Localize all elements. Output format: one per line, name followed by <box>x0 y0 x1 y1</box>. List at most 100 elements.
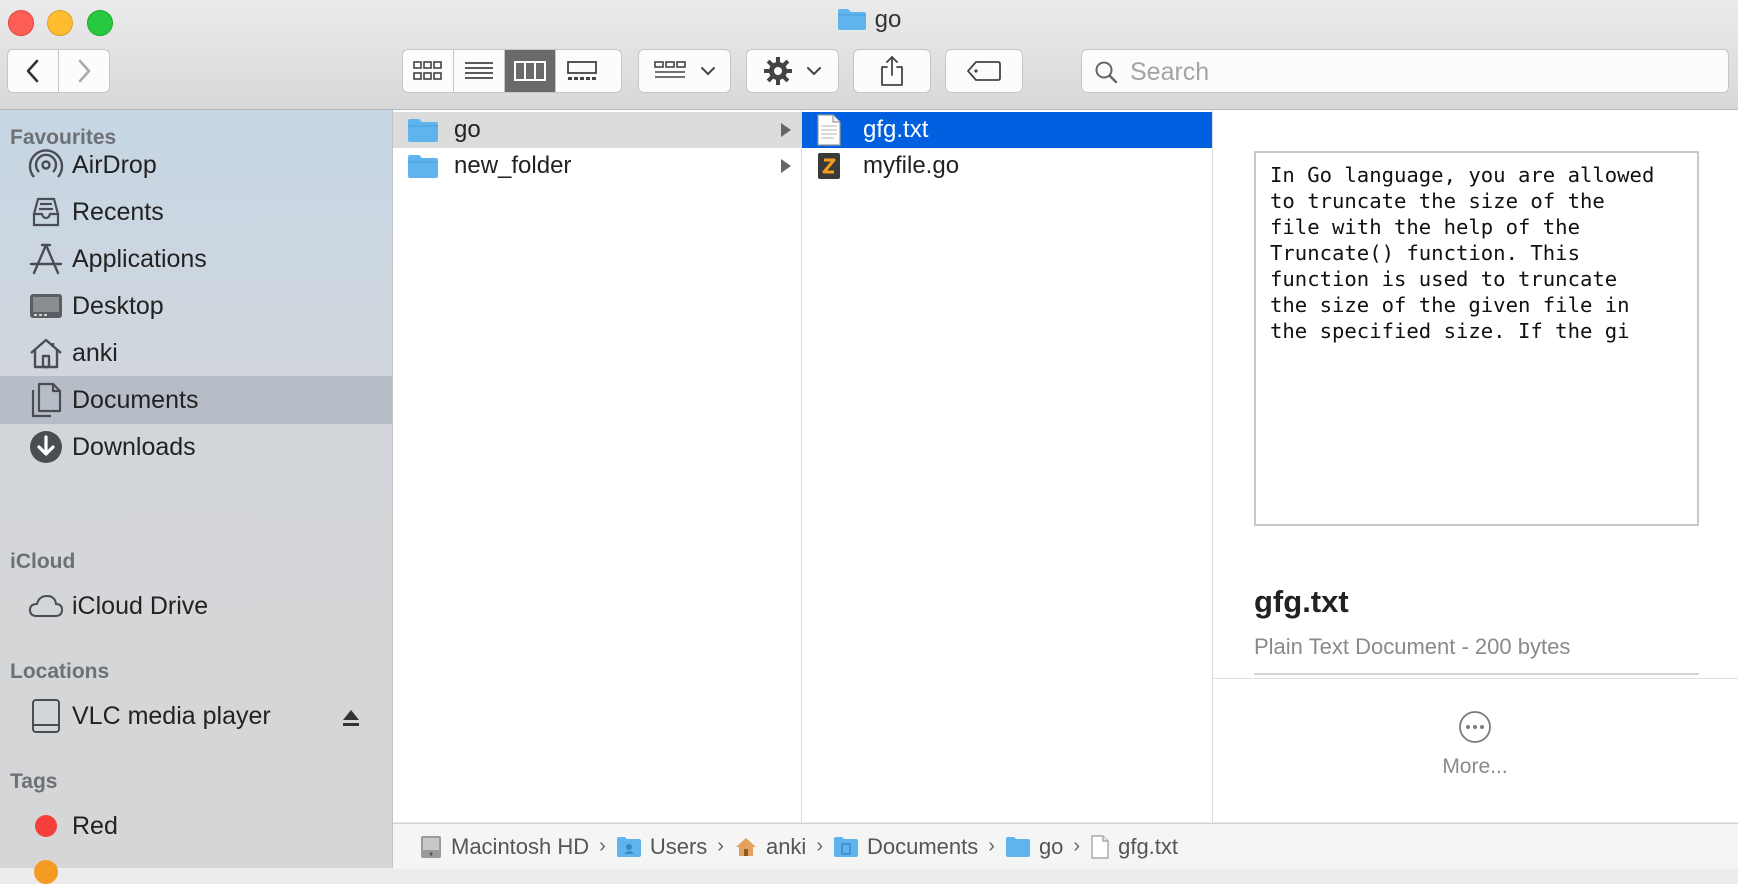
path-bar: Macintosh HD › Users › anki › Documents … <box>393 823 1738 869</box>
text-file-icon <box>816 114 848 146</box>
go-file-icon <box>816 151 848 181</box>
disclosure-arrow-icon <box>781 159 791 173</box>
sidebar-item-airdrop[interactable]: AirDrop <box>0 141 392 189</box>
breadcrumb-separator: › <box>988 835 995 857</box>
breadcrumb-go[interactable]: go <box>1005 834 1063 860</box>
recents-icon <box>27 193 65 231</box>
list-view-button[interactable] <box>454 50 505 92</box>
ellipsis-circle-icon <box>1459 711 1491 743</box>
sidebar-item-vlc-media-player[interactable]: VLC media player <box>0 692 392 740</box>
folder-icon <box>407 153 439 179</box>
preview-divider <box>1213 678 1738 679</box>
chevron-down-icon <box>806 67 821 76</box>
folder-icon <box>1005 836 1031 858</box>
text-file-icon <box>1090 834 1110 859</box>
eject-icon[interactable] <box>341 708 361 733</box>
breadcrumb-label: Documents <box>866 833 979 859</box>
group-icon <box>653 61 686 78</box>
preview-file-name: gfg.txt <box>1254 584 1349 619</box>
preview-pane: In Go language, you are allowed to trunc… <box>1213 110 1738 822</box>
sidebar-item-applications[interactable]: Applications <box>0 235 392 283</box>
sidebar-item-label: AirDrop <box>72 150 157 179</box>
breadcrumb-macintosh-hd[interactable]: Macintosh HD <box>419 834 589 860</box>
list-item-myfile-go[interactable]: myfile.go <box>802 148 1212 184</box>
toolbar: go <box>0 0 1738 110</box>
breadcrumb-gfg-txt[interactable]: gfg.txt <box>1090 834 1178 860</box>
folder-icon <box>837 7 867 38</box>
column-view-icon <box>514 61 546 81</box>
breadcrumb-separator: › <box>1073 835 1081 857</box>
search-input[interactable] <box>1128 56 1712 88</box>
view-mode-control <box>402 49 622 93</box>
sidebar-item-label: Downloads <box>72 432 196 461</box>
sidebar-section-tags: Tags <box>10 770 58 793</box>
breadcrumb-label: gfg.txt <box>1118 833 1179 859</box>
red-tag-dot-icon <box>27 807 65 845</box>
sidebar-section-icloud: iCloud <box>10 550 76 573</box>
breadcrumb-anki[interactable]: anki <box>734 834 806 860</box>
tag-icon <box>967 61 1001 81</box>
more-button[interactable]: More... <box>1425 710 1525 796</box>
list-item-go[interactable]: go <box>393 112 801 148</box>
sidebar-item-label: VLC media player <box>72 701 271 730</box>
breadcrumb-separator: › <box>816 835 823 857</box>
preview-file-kind: Plain Text Document - 200 bytes <box>1254 634 1571 659</box>
edit-tags-button[interactable] <box>945 49 1023 93</box>
breadcrumb-documents[interactable]: Documents <box>833 834 978 860</box>
breadcrumb-users[interactable]: Users <box>616 834 707 860</box>
sidebar-item-downloads[interactable]: Downloads <box>0 423 392 471</box>
orange-tag-dot-icon[interactable] <box>34 860 58 884</box>
downloads-icon <box>27 428 65 466</box>
navigation-buttons <box>7 49 110 93</box>
sidebar-item-label: Recents <box>72 197 164 226</box>
sidebar-item-recents[interactable]: Recents <box>0 188 392 236</box>
list-item-new-folder[interactable]: new_folder <box>393 148 801 184</box>
action-menu-button[interactable] <box>746 49 839 93</box>
search-field[interactable] <box>1081 49 1729 93</box>
disclosure-arrow-icon <box>781 123 791 137</box>
column-1: go new_folder <box>393 110 802 822</box>
forward-button[interactable] <box>59 50 110 92</box>
breadcrumb-separator: › <box>599 835 606 857</box>
home-icon <box>734 836 758 858</box>
disk-icon <box>27 697 65 735</box>
breadcrumb-label: Users <box>649 833 708 859</box>
sidebar: Favourites AirDrop Recents Applications … <box>0 110 393 884</box>
list-item-label: myfile.go <box>863 152 960 179</box>
breadcrumb-label: anki <box>765 833 807 859</box>
column-view-button[interactable] <box>505 50 556 92</box>
sidebar-item-label: Applications <box>72 244 207 273</box>
sidebar-item-label: Desktop <box>72 291 164 320</box>
gallery-view-button[interactable] <box>556 50 607 92</box>
sidebar-item-documents[interactable]: Documents <box>0 376 392 424</box>
share-icon <box>881 56 903 86</box>
sidebar-item-anki[interactable]: anki <box>0 329 392 377</box>
airdrop-icon <box>27 146 65 184</box>
chevron-right-icon <box>78 59 91 83</box>
sidebar-item-label: Red <box>72 811 118 840</box>
documents-icon <box>27 381 65 419</box>
list-item-label: gfg.txt <box>863 116 929 143</box>
sidebar-item-label: iCloud Drive <box>72 591 209 620</box>
share-button[interactable] <box>853 49 931 93</box>
chevron-left-icon <box>26 59 39 83</box>
sidebar-item-icloud-drive[interactable]: iCloud Drive <box>0 582 392 630</box>
cloud-icon <box>27 587 65 625</box>
icon-view-button[interactable] <box>403 50 454 92</box>
list-item-gfg-txt[interactable]: gfg.txt <box>802 112 1212 148</box>
preview-text-content: In Go language, you are allowed to trunc… <box>1270 163 1655 343</box>
icon-view-icon <box>413 61 442 80</box>
preview-thumbnail: In Go language, you are allowed to trunc… <box>1254 151 1699 526</box>
back-button[interactable] <box>8 50 59 92</box>
chevron-down-icon <box>700 67 715 76</box>
sidebar-item-label: Documents <box>72 385 199 414</box>
documents-folder-icon <box>833 836 859 858</box>
sidebar-item-tag-red[interactable]: Red <box>0 802 392 850</box>
more-label: More... <box>1442 755 1508 778</box>
column-2: gfg.txt myfile.go <box>802 110 1213 822</box>
group-by-button[interactable] <box>638 49 731 93</box>
sidebar-item-desktop[interactable]: Desktop <box>0 282 392 330</box>
breadcrumb-label: go <box>1038 833 1064 859</box>
breadcrumb-label: Macintosh HD <box>451 833 590 859</box>
sidebar-item-label: anki <box>72 338 118 367</box>
